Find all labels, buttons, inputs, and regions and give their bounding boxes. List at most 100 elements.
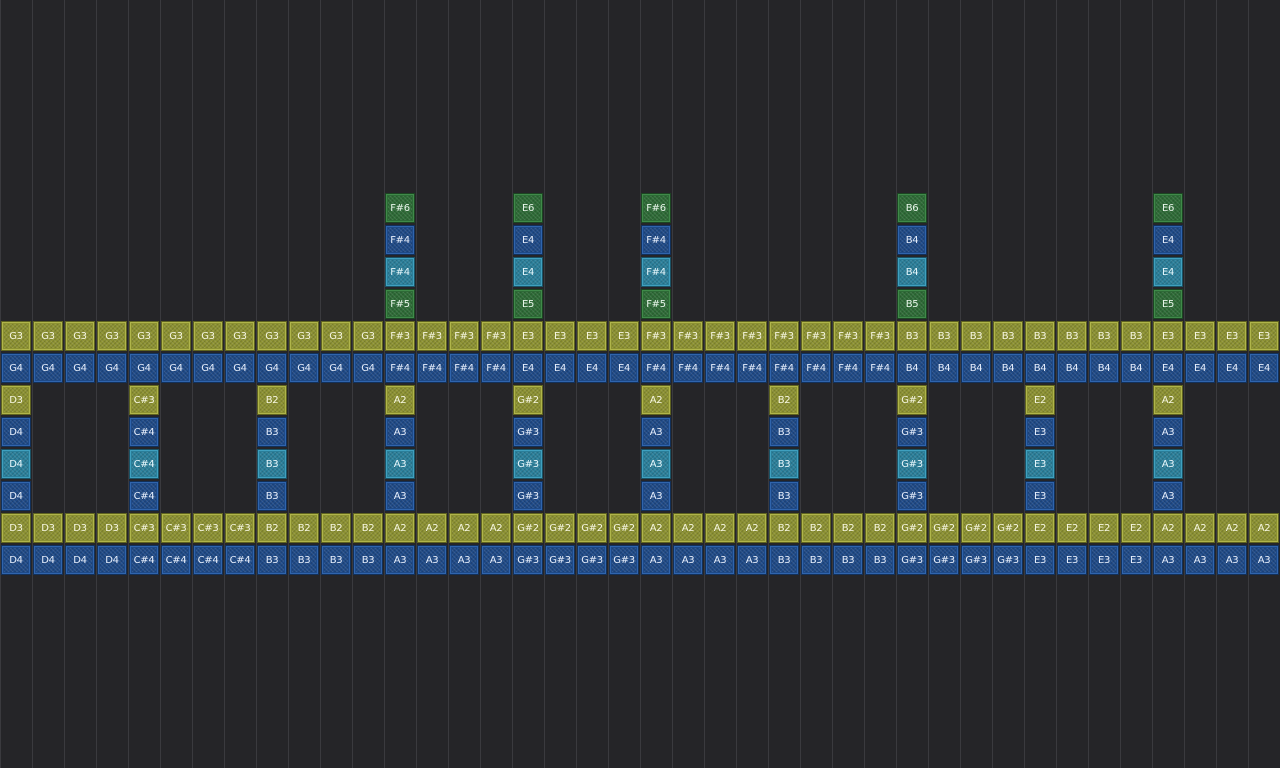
chord-note[interactable]: F#6: [385, 193, 415, 223]
note-block[interactable]: C#4: [129, 545, 159, 575]
note-block[interactable]: G3: [289, 321, 319, 351]
note-block[interactable]: A2: [705, 513, 735, 543]
note-block[interactable]: F#3: [385, 321, 415, 351]
note-block[interactable]: G#3: [961, 545, 991, 575]
note-block[interactable]: A3: [673, 545, 703, 575]
chord-note[interactable]: B2: [769, 385, 799, 415]
note-grid[interactable]: G3 G3 G3 G3 G3 G3 G3 G3 G3 G3 G3 G3 F#3 F#3 F#3 F#3 E3 E3…: [0, 0, 1280, 768]
chord-note[interactable]: F#4: [641, 225, 671, 255]
note-block[interactable]: B2: [865, 513, 895, 543]
note-block[interactable]: G4: [161, 353, 191, 383]
note-block[interactable]: G4: [289, 353, 319, 383]
chord-note[interactable]: E4: [1153, 225, 1183, 255]
chord-note[interactable]: B5: [897, 289, 927, 319]
note-block[interactable]: G#2: [513, 513, 543, 543]
note-block[interactable]: E2: [1025, 513, 1055, 543]
chord-note[interactable]: B4: [897, 257, 927, 287]
note-block[interactable]: F#4: [833, 353, 863, 383]
note-block[interactable]: G3: [97, 321, 127, 351]
note-block[interactable]: B3: [801, 545, 831, 575]
note-block[interactable]: B3: [1025, 321, 1055, 351]
note-block[interactable]: G#3: [929, 545, 959, 575]
note-block[interactable]: G4: [1, 353, 31, 383]
note-block[interactable]: E2: [1121, 513, 1151, 543]
note-block[interactable]: E4: [513, 353, 543, 383]
note-block[interactable]: E3: [1217, 321, 1247, 351]
chord-note[interactable]: G#3: [513, 417, 543, 447]
note-block[interactable]: A3: [641, 545, 671, 575]
note-block[interactable]: B3: [353, 545, 383, 575]
note-block[interactable]: D4: [97, 545, 127, 575]
note-block[interactable]: A2: [641, 513, 671, 543]
chord-note[interactable]: B3: [257, 481, 287, 511]
note-block[interactable]: D4: [65, 545, 95, 575]
chord-note[interactable]: D4: [1, 417, 31, 447]
note-block[interactable]: F#4: [769, 353, 799, 383]
chord-note[interactable]: B2: [257, 385, 287, 415]
note-block[interactable]: B3: [929, 321, 959, 351]
note-block[interactable]: A2: [1153, 513, 1183, 543]
chord-note[interactable]: E4: [513, 225, 543, 255]
note-block[interactable]: F#3: [705, 321, 735, 351]
note-block[interactable]: B4: [1025, 353, 1055, 383]
chord-note[interactable]: D3: [1, 385, 31, 415]
chord-note[interactable]: B3: [769, 481, 799, 511]
chord-note[interactable]: E5: [1153, 289, 1183, 319]
chord-note[interactable]: B3: [769, 417, 799, 447]
note-block[interactable]: E2: [1089, 513, 1119, 543]
note-block[interactable]: G#2: [897, 513, 927, 543]
note-block[interactable]: F#3: [833, 321, 863, 351]
chord-note[interactable]: E6: [1153, 193, 1183, 223]
note-block[interactable]: D4: [33, 545, 63, 575]
note-block[interactable]: E3: [577, 321, 607, 351]
note-block[interactable]: A2: [1217, 513, 1247, 543]
note-block[interactable]: C#3: [225, 513, 255, 543]
chord-note[interactable]: E4: [1153, 257, 1183, 287]
note-block[interactable]: G#2: [577, 513, 607, 543]
chord-note[interactable]: A2: [1153, 385, 1183, 415]
chord-note[interactable]: E3: [1025, 449, 1055, 479]
note-block[interactable]: F#3: [865, 321, 895, 351]
note-block[interactable]: B4: [1089, 353, 1119, 383]
note-block[interactable]: G#2: [929, 513, 959, 543]
note-block[interactable]: G3: [161, 321, 191, 351]
chord-note[interactable]: A3: [641, 481, 671, 511]
note-block[interactable]: E3: [1121, 545, 1151, 575]
note-block[interactable]: A2: [449, 513, 479, 543]
chord-note[interactable]: F#4: [641, 257, 671, 287]
note-block[interactable]: B3: [769, 545, 799, 575]
chord-note[interactable]: A3: [1153, 449, 1183, 479]
chord-note[interactable]: A3: [641, 449, 671, 479]
chord-note[interactable]: C#4: [129, 417, 159, 447]
note-block[interactable]: G#3: [577, 545, 607, 575]
chord-note[interactable]: G#3: [513, 481, 543, 511]
note-block[interactable]: B3: [993, 321, 1023, 351]
note-block[interactable]: D3: [1, 513, 31, 543]
note-block[interactable]: B3: [1057, 321, 1087, 351]
note-block[interactable]: B3: [321, 545, 351, 575]
note-block[interactable]: B3: [1089, 321, 1119, 351]
note-block[interactable]: A2: [481, 513, 511, 543]
note-block[interactable]: F#3: [673, 321, 703, 351]
note-block[interactable]: E4: [1249, 353, 1279, 383]
note-block[interactable]: B4: [1121, 353, 1151, 383]
note-block[interactable]: E3: [609, 321, 639, 351]
note-block[interactable]: G4: [33, 353, 63, 383]
note-block[interactable]: D3: [97, 513, 127, 543]
note-block[interactable]: G3: [33, 321, 63, 351]
note-block[interactable]: A3: [417, 545, 447, 575]
note-block[interactable]: A3: [481, 545, 511, 575]
note-block[interactable]: G#3: [993, 545, 1023, 575]
note-block[interactable]: G#2: [545, 513, 575, 543]
chord-note[interactable]: F#5: [385, 289, 415, 319]
chord-note[interactable]: G#2: [897, 385, 927, 415]
note-block[interactable]: G#3: [609, 545, 639, 575]
note-block[interactable]: G3: [225, 321, 255, 351]
note-block[interactable]: G#2: [609, 513, 639, 543]
chord-note[interactable]: D4: [1, 449, 31, 479]
note-block[interactable]: F#3: [737, 321, 767, 351]
note-block[interactable]: A3: [705, 545, 735, 575]
note-block[interactable]: G3: [321, 321, 351, 351]
note-block[interactable]: G3: [257, 321, 287, 351]
note-block[interactable]: G4: [321, 353, 351, 383]
